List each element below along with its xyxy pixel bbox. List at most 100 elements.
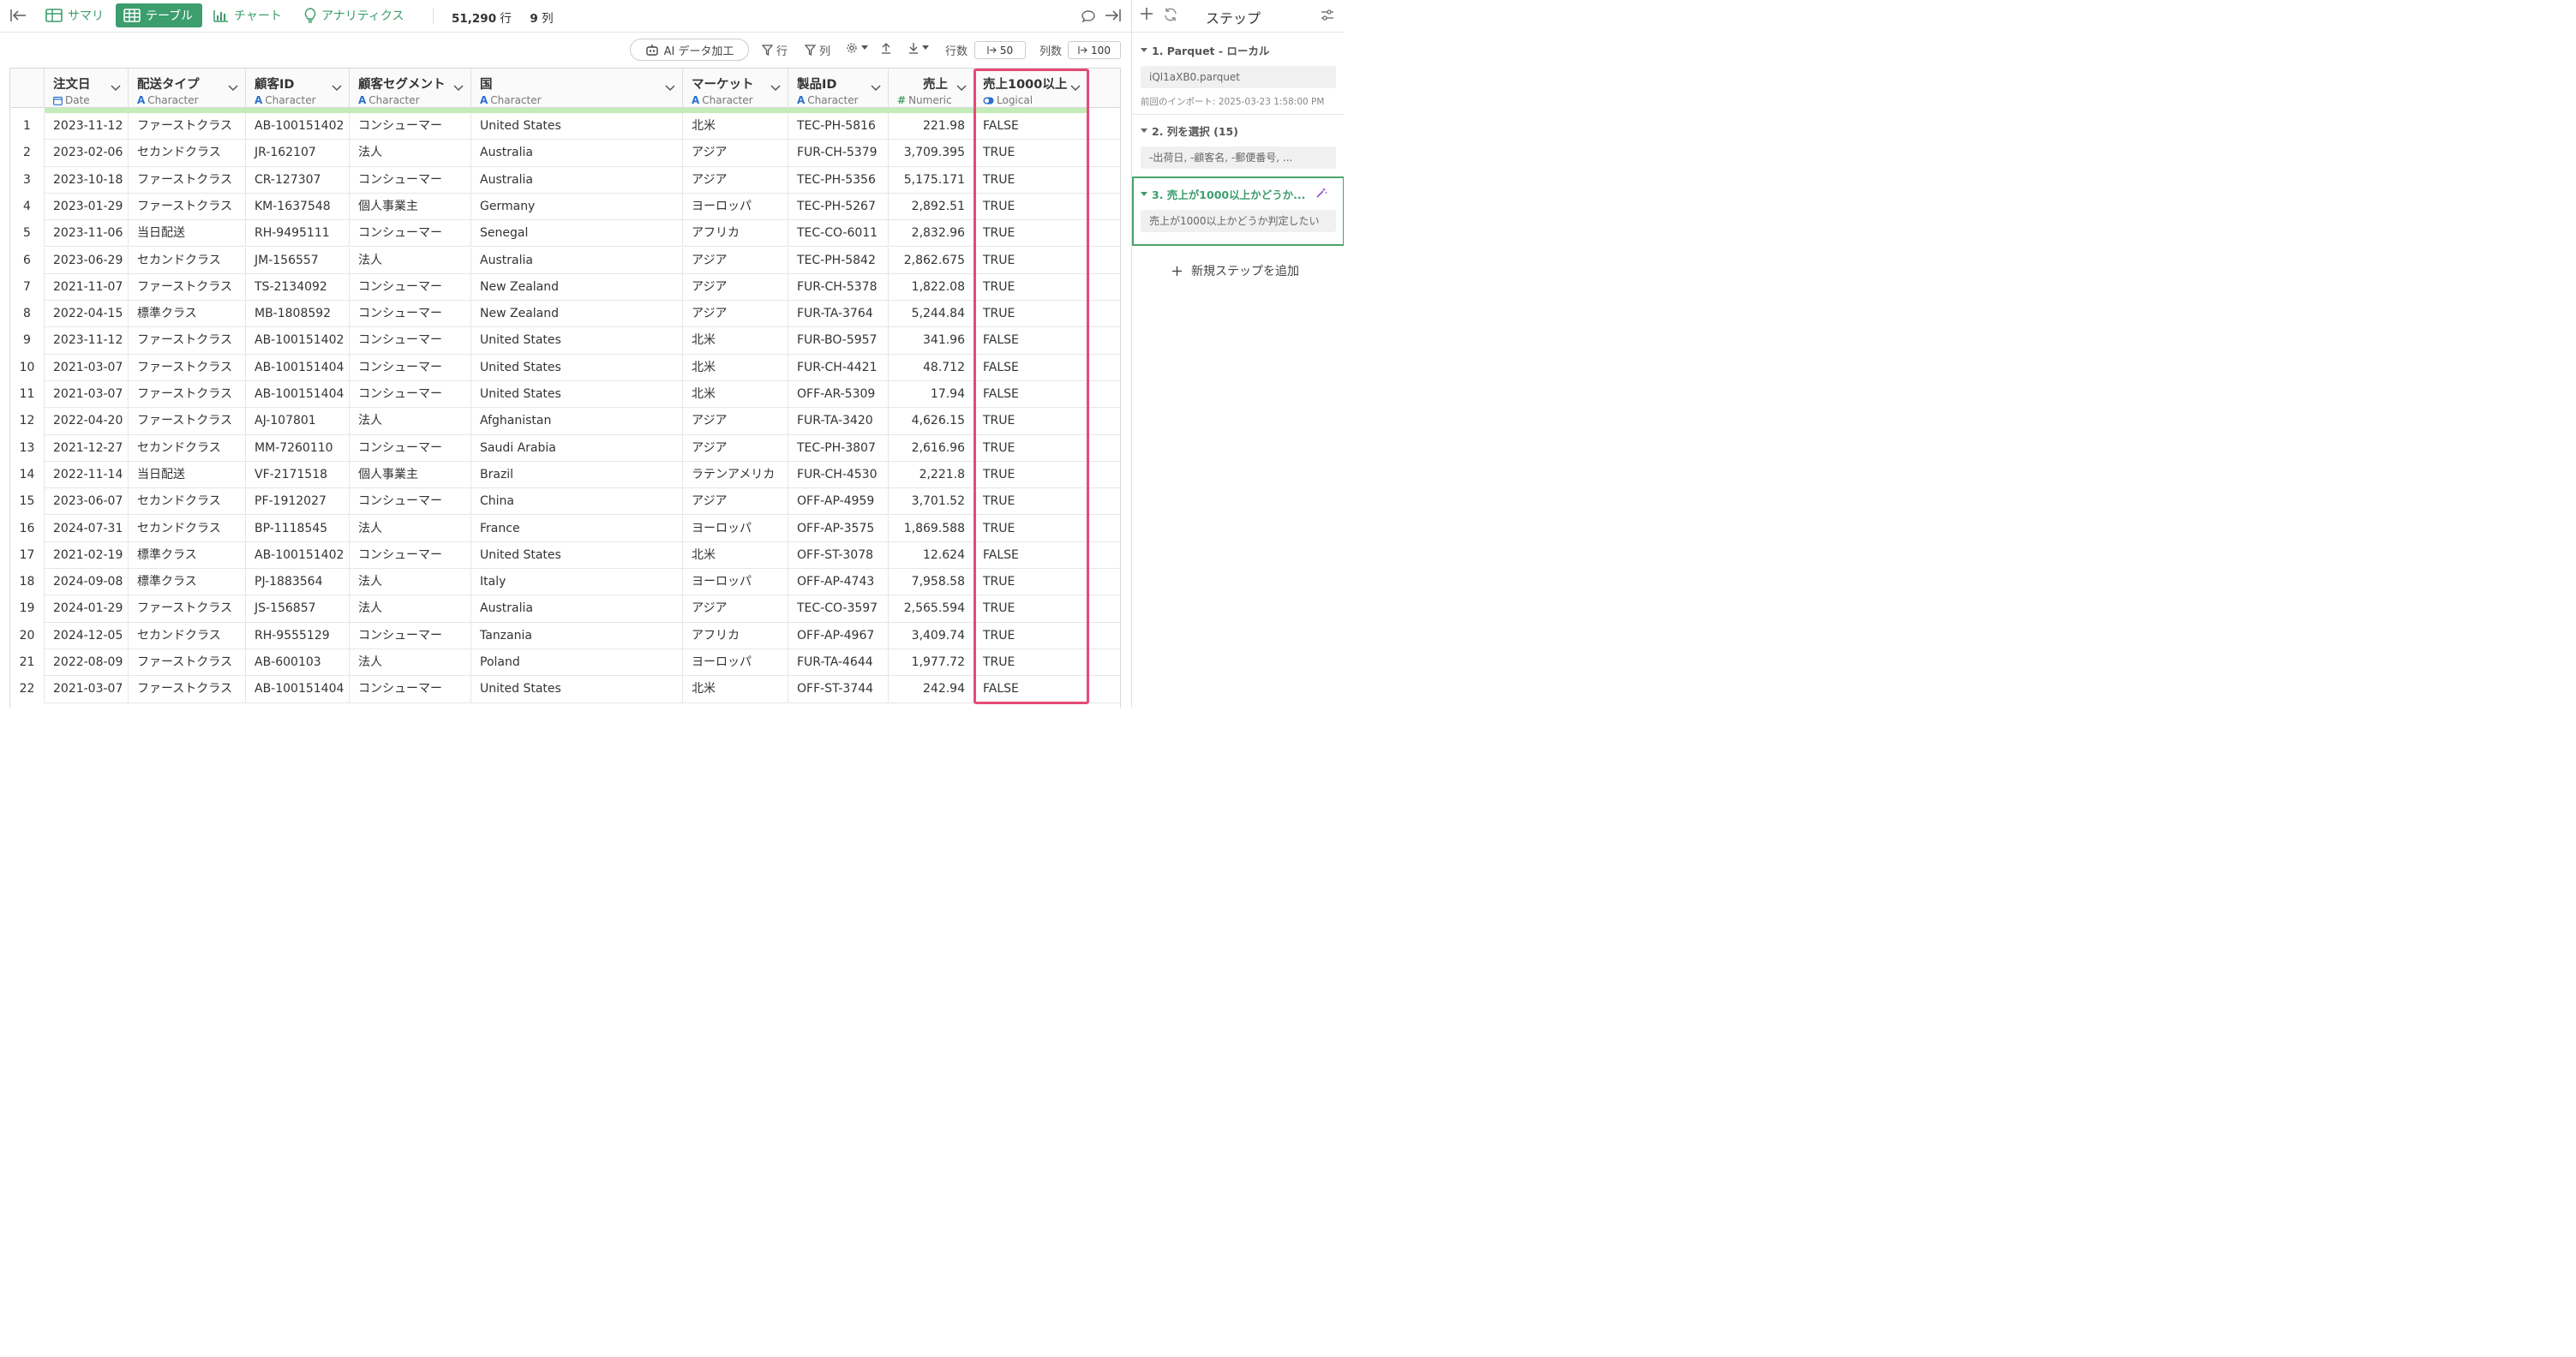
table-cell[interactable]: アジア xyxy=(683,408,788,435)
table-row[interactable]: 16 2024-07-31 セカンドクラス BP-1118545 法人 France ヨーロ… xyxy=(10,515,1120,542)
table-cell[interactable]: 標準クラス xyxy=(129,569,246,596)
collapse-right-icon[interactable] xyxy=(1104,7,1123,24)
table-cell[interactable]: 242.94 xyxy=(889,676,974,703)
table-cell[interactable]: アジア xyxy=(683,301,788,328)
table-cell[interactable]: AB-100151404 xyxy=(246,676,350,703)
row-index[interactable]: 15 xyxy=(10,488,45,516)
add-step-button[interactable]: 新規ステップを追加 xyxy=(1171,262,1299,279)
chevron-down-icon[interactable] xyxy=(228,79,238,92)
chevron-down-icon[interactable] xyxy=(111,79,121,92)
row-index[interactable]: 13 xyxy=(10,434,45,462)
tab-chart[interactable]: チャート xyxy=(206,3,290,27)
table-cell[interactable]: 7,958.58 xyxy=(889,569,974,596)
chevron-down-icon[interactable] xyxy=(1070,79,1081,92)
table-cell[interactable]: KM-1637548 xyxy=(246,193,350,221)
table-cell[interactable]: TRUE xyxy=(974,515,1088,542)
table-cell[interactable]: 北米 xyxy=(683,381,788,409)
table-cell[interactable]: 2,892.51 xyxy=(889,193,974,221)
chevron-down-icon[interactable] xyxy=(871,79,881,92)
table-cell[interactable]: コンシューマー xyxy=(350,273,471,302)
column-header[interactable]: 顧客セグメント A Character xyxy=(350,69,471,108)
table-cell[interactable]: 5,244.84 xyxy=(889,301,974,328)
table-cell[interactable]: AB-100151402 xyxy=(246,541,350,570)
column-filter-button[interactable]: 列 xyxy=(805,42,830,58)
table-cell[interactable]: ヨーロッパ xyxy=(683,515,788,542)
row-index[interactable]: 20 xyxy=(10,622,45,649)
table-cell[interactable]: Australia xyxy=(471,595,683,623)
table-cell[interactable]: 12.624 xyxy=(889,541,974,570)
column-header[interactable]: 注文日 Date xyxy=(45,69,129,108)
magic-wand-icon[interactable] xyxy=(1315,186,1327,202)
table-cell[interactable]: ヨーロッパ xyxy=(683,193,788,221)
table-cell[interactable]: 2024-07-31 xyxy=(45,515,129,542)
table-cell[interactable]: FALSE xyxy=(974,354,1088,381)
table-cell[interactable]: FUR-CH-5379 xyxy=(788,140,889,167)
chevron-down-icon[interactable] xyxy=(956,79,967,92)
table-cell[interactable]: CR-127307 xyxy=(246,166,350,194)
table-cell[interactable]: セカンドクラス xyxy=(129,247,246,274)
table-cell[interactable]: TRUE xyxy=(974,622,1088,649)
column-header[interactable]: 国 A Character xyxy=(471,69,683,108)
step-1[interactable]: 1. Parquet - ローカル iQl1aXB0.parquet 前回のイン… xyxy=(1141,42,1336,108)
row-index[interactable]: 1 xyxy=(10,113,45,140)
table-cell[interactable]: FUR-CH-4421 xyxy=(788,354,889,381)
tab-summary[interactable]: サマリ xyxy=(38,3,111,27)
table-cell[interactable]: 2,862.675 xyxy=(889,247,974,274)
column-header[interactable]: 売上1000以上 Logical xyxy=(974,69,1088,108)
table-cell[interactable]: JR-162107 xyxy=(246,140,350,167)
table-cell[interactable]: 2023-06-29 xyxy=(45,247,129,274)
row-index[interactable]: 4 xyxy=(10,193,45,221)
table-cell[interactable]: アジア xyxy=(683,434,788,462)
table-cell[interactable]: コンシューマー xyxy=(350,220,471,248)
table-cell[interactable]: Saudi Arabia xyxy=(471,434,683,462)
table-cell[interactable]: OFF-ST-3078 xyxy=(788,541,889,570)
table-cell[interactable]: コンシューマー xyxy=(350,354,471,381)
rows-limit-input[interactable]: 50 xyxy=(974,41,1026,59)
table-cell[interactable]: 標準クラス xyxy=(129,541,246,570)
table-cell[interactable]: TEC-PH-5356 xyxy=(788,166,889,194)
collapse-left-icon[interactable] xyxy=(9,7,27,24)
table-row[interactable]: 2 2023-02-06 セカンドクラス JR-162107 法人 Australia アジ… xyxy=(10,140,1120,167)
table-cell[interactable]: United States xyxy=(471,381,683,409)
table-cell[interactable]: 3,701.52 xyxy=(889,488,974,516)
table-cell[interactable]: 2024-12-05 xyxy=(45,622,129,649)
table-cell[interactable]: 法人 xyxy=(350,569,471,596)
table-row[interactable]: 1 2023-11-12 ファーストクラス AB-100151402 コンシューマー Un… xyxy=(10,113,1120,140)
table-cell[interactable]: 当日配送 xyxy=(129,461,246,489)
table-row[interactable]: 22 2021-03-07 ファーストクラス AB-100151404 コンシューマー U… xyxy=(10,676,1120,703)
table-cell[interactable]: 法人 xyxy=(350,140,471,167)
table-cell[interactable]: 4,626.15 xyxy=(889,408,974,435)
table-cell[interactable]: 2022-04-15 xyxy=(45,301,129,328)
table-cell[interactable]: United States xyxy=(471,541,683,570)
table-cell[interactable]: TEC-PH-5842 xyxy=(788,247,889,274)
table-cell[interactable]: コンシューマー xyxy=(350,676,471,703)
tab-table[interactable]: テーブル xyxy=(116,3,202,27)
table-cell[interactable]: TRUE xyxy=(974,166,1088,194)
table-cell[interactable]: コンシューマー xyxy=(350,166,471,194)
table-cell[interactable]: OFF-AP-4959 xyxy=(788,488,889,516)
table-cell[interactable]: OFF-AP-4743 xyxy=(788,569,889,596)
table-cell[interactable]: コンシューマー xyxy=(350,327,471,355)
column-header[interactable]: 配送タイプ A Character xyxy=(129,69,246,108)
table-cell[interactable]: TRUE xyxy=(974,140,1088,167)
table-cell[interactable]: 1,822.08 xyxy=(889,273,974,302)
table-cell[interactable]: ファーストクラス xyxy=(129,113,246,140)
table-cell[interactable]: 17.94 xyxy=(889,381,974,409)
comment-icon[interactable] xyxy=(1080,8,1097,25)
table-cell[interactable]: TRUE xyxy=(974,247,1088,274)
table-cell[interactable]: 法人 xyxy=(350,595,471,623)
table-cell[interactable]: 5,175.171 xyxy=(889,166,974,194)
step-3[interactable]: 3. 売上が1000以上かどうか... 売上が1000以上かどうか判定したい xyxy=(1141,186,1336,232)
chevron-down-icon[interactable] xyxy=(332,79,342,92)
table-row[interactable]: 3 2023-10-18 ファーストクラス CR-127307 コンシューマー Austr… xyxy=(10,166,1120,194)
table-cell[interactable]: Australia xyxy=(471,166,683,194)
row-index[interactable]: 6 xyxy=(10,247,45,274)
step-2[interactable]: 2. 列を選択 (15) -出荷日, -顧客名, -郵便番号, ... xyxy=(1141,123,1336,169)
table-row[interactable]: 11 2021-03-07 ファーストクラス AB-100151404 コンシューマー U… xyxy=(10,381,1120,409)
table-cell[interactable]: TEC-CO-6011 xyxy=(788,220,889,248)
table-cell[interactable]: VF-2171518 xyxy=(246,461,350,489)
table-cell[interactable]: 2023-02-06 xyxy=(45,140,129,167)
column-header[interactable]: 売上 # Numeric xyxy=(889,69,974,108)
table-cell[interactable]: 2021-03-07 xyxy=(45,676,129,703)
table-cell[interactable]: TRUE xyxy=(974,649,1088,677)
